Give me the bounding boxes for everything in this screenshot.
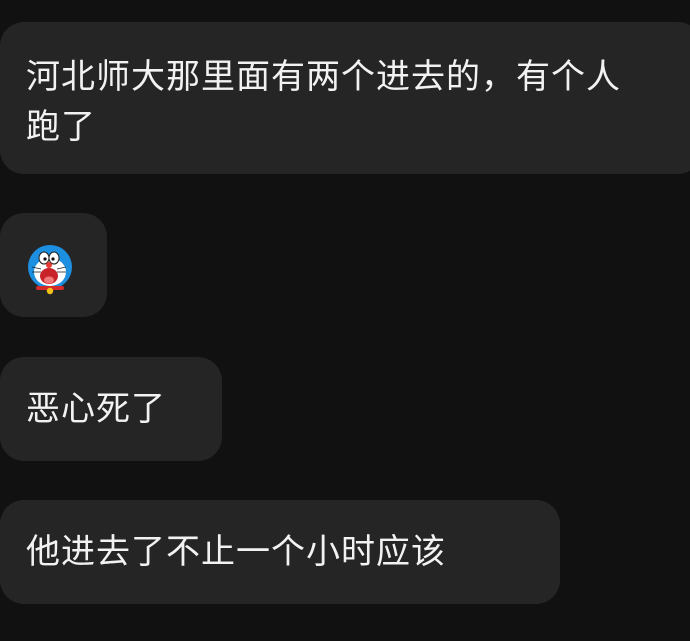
message-bubble[interactable]: 河北师大那里面有两个进去的，有个人跑了 [0,22,690,174]
message-text: 他进去了不止一个小时应该 [26,532,446,572]
chat-thread: 河北师大那里面有两个进去的，有个人跑了 恶心死了 他进去了不止一个小时应该 [0,0,690,641]
message-text: 恶心死了 [26,389,166,429]
message-text: 河北师大那里面有两个进去的，有个人跑了 [26,57,621,147]
message-bubble[interactable]: 他进去了不止一个小时应该 [0,500,560,604]
sticker-message-bubble[interactable] [0,213,107,317]
doraemon-sticker-icon [28,245,72,295]
message-bubble[interactable]: 恶心死了 [0,357,222,461]
